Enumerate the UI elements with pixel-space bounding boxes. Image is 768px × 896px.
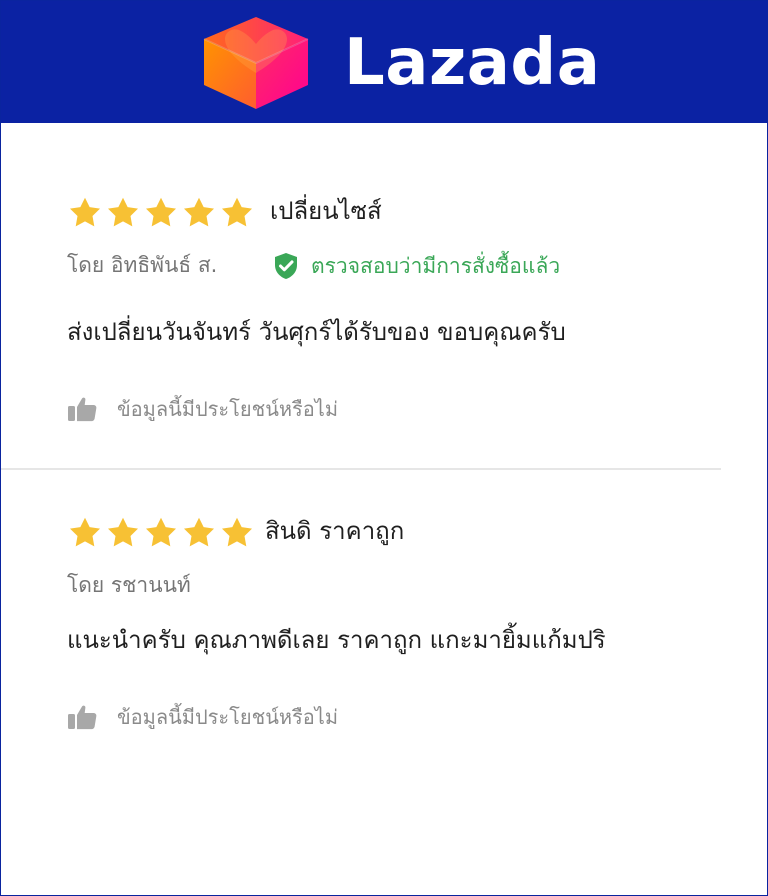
shield-check-icon: [275, 253, 297, 279]
rating-stars: [67, 195, 257, 235]
star-icon: [70, 517, 100, 547]
helpful-label[interactable]: ข้อมูลนี้มีประโยชน์หรือไม่: [117, 701, 338, 733]
star-icon: [70, 197, 100, 227]
helpful-label[interactable]: ข้อมูลนี้มีประโยชน์หรือไม่: [117, 393, 338, 425]
brand-logo[interactable]: Lazada: [194, 13, 600, 113]
star-icon: [108, 517, 138, 547]
star-icon: [108, 197, 138, 227]
review-divider: [1, 468, 721, 470]
star-icon: [146, 517, 176, 547]
star-icon: [222, 197, 252, 227]
lazada-header: Lazada: [1, 1, 767, 123]
review-text: แนะนำครับ คุณภาพดีเลย ราคาถูก แกะมายิ้มแ…: [67, 626, 606, 654]
star-icon: [184, 517, 214, 547]
review-text: ส่งเปลี่ยนวันจันทร์ วันศุกร์ได้รับของ ขอ…: [67, 318, 566, 346]
review-byline: โดย อิทธิพันธ์ ส. ตรวจสอบว่ามีการสั่งซื้…: [67, 249, 737, 281]
lazada-heart-box-icon: [203, 17, 309, 109]
review-author: โดย รชานนท์: [67, 573, 191, 597]
rating-stars: [67, 515, 257, 555]
thumbs-up-icon[interactable]: [67, 395, 99, 423]
thumbs-up-icon[interactable]: [67, 703, 99, 731]
star-icon: [184, 197, 214, 227]
star-icon: [146, 197, 176, 227]
review-header: สินดิ ราคาถูก: [67, 511, 737, 555]
review-byline: โดย รชานนท์: [67, 569, 737, 601]
review-panel: Lazada เปลี่ยนไซส์ โดย อิทธิพันธ์ ส. ตรว…: [0, 0, 768, 896]
verified-purchase-text: ตรวจสอบว่ามีการสั่งซื้อแล้ว: [311, 254, 561, 278]
review-title: สินดิ ราคาถูก: [265, 517, 405, 545]
star-icon: [222, 517, 252, 547]
brand-name: Lazada: [344, 26, 601, 100]
review-header: เปลี่ยนไซส์: [67, 191, 737, 235]
review-title: เปลี่ยนไซส์: [270, 197, 382, 225]
review-author: โดย อิทธิพันธ์ ส.: [67, 253, 218, 277]
